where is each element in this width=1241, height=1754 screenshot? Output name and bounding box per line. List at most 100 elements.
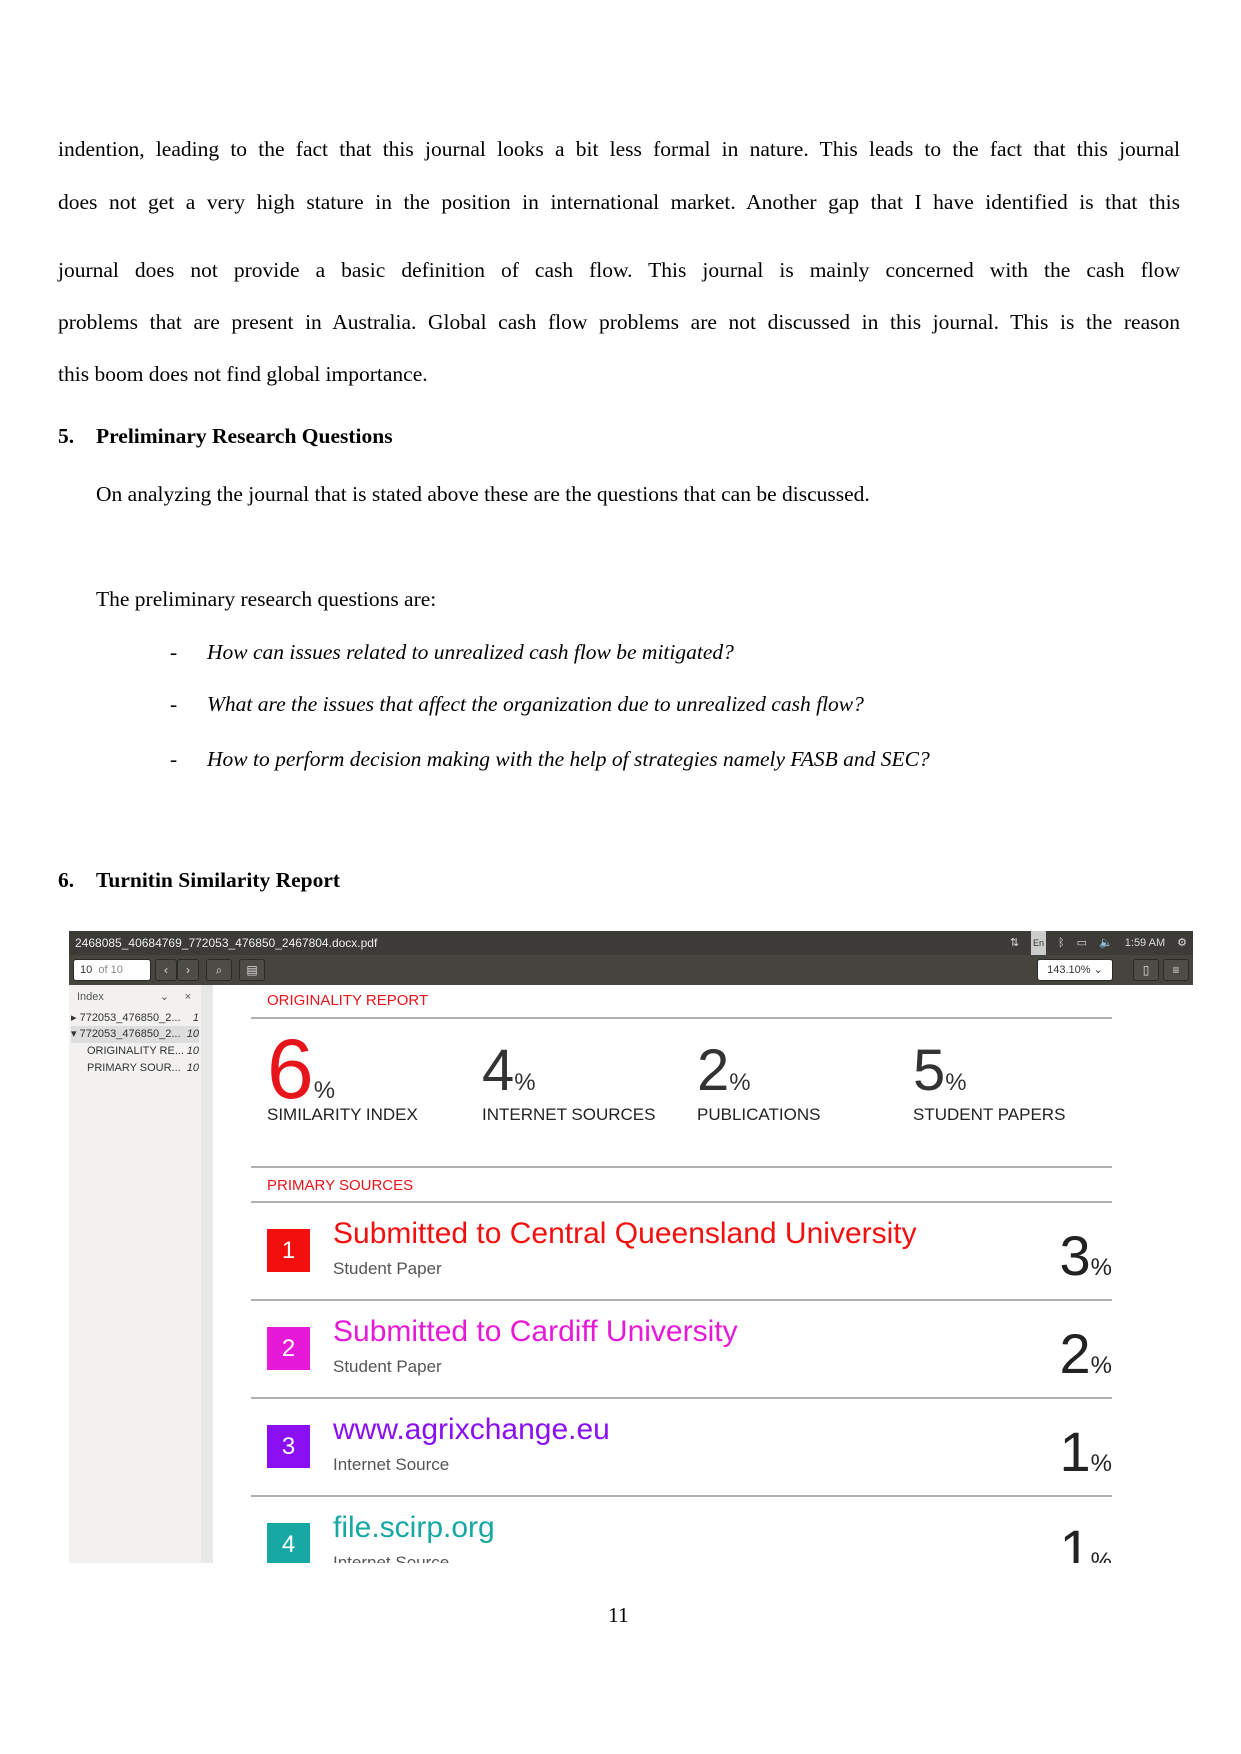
source-rank-badge: 4 <box>267 1523 310 1563</box>
source-row[interactable]: 1 Submitted to Central Queensland Univer… <box>267 1203 1112 1301</box>
sidebar-header: Index ⌄ × <box>71 989 199 1006</box>
sidebar-title: Index <box>77 991 104 1003</box>
paragraph-line: journal does not provide a basic definit… <box>58 258 1180 282</box>
close-icon[interactable]: × <box>185 989 191 1006</box>
search-icon[interactable]: ⌕ <box>206 959 232 981</box>
sidebar-item-label: ORIGINALITY RE... <box>87 1045 184 1057</box>
page-number: 11 <box>608 1603 629 1627</box>
source-row[interactable]: 2 Submitted to Cardiff University Studen… <box>267 1301 1112 1399</box>
question-item: How can issues related to unrealized cas… <box>207 640 734 664</box>
stat-similarity: 6% SIMILARITY INDEX <box>267 1021 418 1124</box>
sidebar-item[interactable]: ▾ 772053_476850_2... 10 <box>71 1026 199 1043</box>
source-percent: 1% <box>1060 1419 1113 1484</box>
battery-icon: ▭ <box>1076 937 1088 949</box>
paragraph-line: this boom does not find global importanc… <box>58 362 428 386</box>
next-page-button[interactable]: › <box>177 959 199 981</box>
bullet-dash: - <box>170 747 178 771</box>
source-type: Student Paper <box>333 1259 442 1278</box>
sidebar-item-page: 10 <box>186 1045 199 1057</box>
source-percent-value: 1 <box>1059 1518 1091 1563</box>
stat-label: SIMILARITY INDEX <box>267 1105 418 1124</box>
stat-value: 6 <box>267 1022 314 1116</box>
source-type: Internet Source <box>333 1553 450 1563</box>
stat-value: 2 <box>697 1038 730 1103</box>
source-type: Internet Source <box>333 1455 450 1474</box>
page-input[interactable]: 10 of 10 <box>73 959 151 981</box>
stat-student: 5% STUDENT PAPERS <box>913 1037 1065 1124</box>
sidebar-item[interactable]: ▸ 772053_476850_2... 1 <box>71 1010 199 1027</box>
system-tray: ⇅ En ᛒ ▭ 🔈 1:59 AM ⚙ <box>1010 931 1187 955</box>
section-heading: Preliminary Research Questions <box>96 424 393 448</box>
source-rank-badge: 2 <box>267 1327 310 1370</box>
source-title[interactable]: Submitted to Central Queensland Universi… <box>333 1217 917 1251</box>
section-number: 6. <box>58 868 75 892</box>
sidebar-item-page: 1 <box>192 1012 199 1024</box>
stat-value: 4 <box>482 1038 515 1103</box>
lead-text: The preliminary research questions are: <box>96 587 437 611</box>
menu-icon[interactable]: ≡ <box>1163 959 1189 981</box>
source-row[interactable]: 4 file.scirp.org Internet Source 1% <box>267 1497 1112 1563</box>
source-percent-value: 1 <box>1059 1420 1091 1483</box>
paragraph-line: does not get a very high stature in the … <box>58 190 1180 214</box>
stat-unit: % <box>729 1069 751 1096</box>
page-total: of 10 <box>98 964 123 976</box>
sidebar-item[interactable]: PRIMARY SOUR... 10 <box>71 1060 199 1077</box>
window-title: 2468085_40684769_772053_476850_2467804.d… <box>69 931 1193 955</box>
stat-label: PUBLICATIONS <box>697 1105 821 1124</box>
section-heading: Turnitin Similarity Report <box>96 868 341 892</box>
stat-internet: 4% INTERNET SOURCES <box>482 1037 656 1124</box>
sidebar-item[interactable]: ORIGINALITY RE... 10 <box>71 1043 199 1060</box>
originality-heading: ORIGINALITY REPORT <box>267 992 429 1009</box>
source-percent: 1% <box>1060 1517 1113 1563</box>
stat-publications: 2% PUBLICATIONS <box>697 1037 820 1124</box>
sidebar-item-label: PRIMARY SOUR... <box>87 1062 181 1074</box>
index-sidebar: Index ⌄ × ▸ 772053_476850_2... 1 ▾ 772053_4… <box>69 985 213 1563</box>
intro-text: On analyzing the journal that is stated … <box>96 482 870 506</box>
sidebar-item-page: 10 <box>186 1028 199 1040</box>
volume-icon: 🔈 <box>1099 937 1113 949</box>
clock: 1:59 AM <box>1124 937 1166 949</box>
source-row[interactable]: 3 www.agrixchange.eu Internet Source 1% <box>267 1399 1112 1497</box>
clipboard-icon[interactable]: ▤ <box>239 959 265 981</box>
question-item: How to perform decision making with the … <box>207 747 930 771</box>
stat-unit: % <box>313 1077 336 1104</box>
source-title[interactable]: file.scirp.org <box>333 1511 495 1545</box>
source-rank-badge: 1 <box>267 1229 310 1272</box>
source-percent-unit: % <box>1090 1254 1112 1281</box>
primary-sources-heading: PRIMARY SOURCES <box>267 1177 414 1194</box>
source-percent: 2% <box>1060 1321 1113 1386</box>
stat-label: STUDENT PAPERS <box>913 1105 1066 1124</box>
gear-icon[interactable]: ⚙ <box>1177 931 1187 955</box>
source-type: Student Paper <box>333 1357 442 1376</box>
source-title[interactable]: Submitted to Cardiff University <box>333 1315 738 1349</box>
zoom-value: 143.10% <box>1047 964 1091 976</box>
stat-label: INTERNET SOURCES <box>482 1105 656 1124</box>
source-percent-unit: % <box>1090 1450 1112 1477</box>
network-icon: ⇅ <box>1009 937 1020 949</box>
question-item: What are the issues that affect the orga… <box>207 692 864 716</box>
bullet-dash: - <box>170 692 178 716</box>
chevron-down-icon[interactable]: ⌄ <box>160 989 169 1006</box>
sidebar-item-label: 772053_476850_2... <box>79 1012 181 1024</box>
stat-value: 5 <box>913 1038 946 1103</box>
toolbar: 10 of 10 ‹ › ⌕ ▤ 143.10% ⌄ ▯ ≡ <box>69 955 1193 985</box>
divider <box>251 1166 1112 1168</box>
paragraph-line: problems that are present in Australia. … <box>58 310 1180 334</box>
divider <box>251 1017 1112 1019</box>
window-title-text: 2468085_40684769_772053_476850_2467804.d… <box>75 936 378 950</box>
sidebar-item-page: 10 <box>186 1062 199 1074</box>
source-percent-unit: % <box>1090 1352 1112 1379</box>
prev-page-button[interactable]: ‹ <box>155 959 177 981</box>
source-percent: 3% <box>1060 1223 1113 1288</box>
stat-unit: % <box>514 1069 536 1096</box>
report-page: ORIGINALITY REPORT 6% SIMILARITY INDEX 4%… <box>225 985 1193 1563</box>
keyboard-lang-icon: En <box>1031 931 1047 955</box>
source-title[interactable]: www.agrixchange.eu <box>333 1413 610 1447</box>
source-percent-unit: % <box>1090 1548 1112 1563</box>
bullet-dash: - <box>170 640 178 664</box>
page-current[interactable]: 10 <box>80 964 92 976</box>
turnitin-screenshot: 2468085_40684769_772053_476850_2467804.d… <box>69 931 1193 1563</box>
document-icon[interactable]: ▯ <box>1133 959 1159 981</box>
zoom-select[interactable]: 143.10% ⌄ <box>1037 959 1113 981</box>
bluetooth-icon: ᛒ <box>1058 937 1065 949</box>
